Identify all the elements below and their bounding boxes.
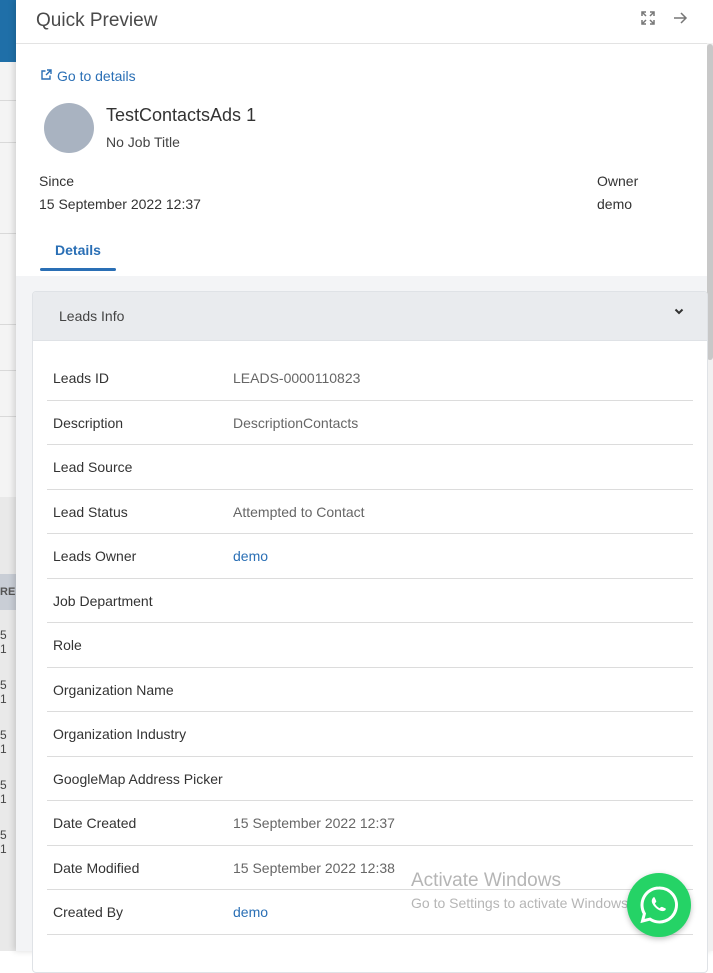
divider [0, 324, 16, 325]
field-row: Job Department [47, 579, 693, 623]
field-label: Lead Source [53, 459, 133, 475]
field-label: Lead Status [53, 503, 128, 520]
field-value: LEADS-0000110823 [233, 370, 361, 386]
divider [0, 142, 16, 143]
background-table-row: 5 1 [0, 678, 7, 706]
field-label: GoogleMap Address Picker [53, 770, 223, 787]
field-row: Date Created 15 September 2022 12:37 [47, 801, 693, 846]
since-label: Since [39, 173, 75, 189]
avatar [44, 103, 94, 153]
field-label: Date Created [53, 815, 137, 831]
field-label: Description [53, 414, 124, 431]
external-link-icon [40, 68, 53, 84]
field-value: DescriptionContacts [233, 414, 359, 431]
activation-watermark-subtitle: Go to Settings to activate Windows. [411, 895, 632, 911]
field-label: Organization Name [53, 681, 174, 698]
arrow-right-icon[interactable] [670, 10, 690, 30]
field-row: Organization Name [47, 668, 693, 712]
go-to-details-link[interactable]: Go to details [40, 68, 136, 84]
field-row: Leads Owner demo [47, 534, 693, 579]
section-title: Leads Info [59, 308, 125, 324]
divider [0, 370, 16, 371]
field-row: Date Modified 15 September 2022 12:38 [47, 846, 693, 890]
field-row: Leads ID LEADS-0000110823 [47, 356, 693, 401]
background-table-row: 5 1 [0, 628, 7, 656]
field-label: Organization Industry [53, 726, 187, 742]
field-list: Leads ID LEADS-0000110823 Description Descr… [47, 356, 693, 935]
field-value-link[interactable]: demo [233, 548, 268, 564]
field-label: Date Modified [53, 859, 140, 876]
field-row: Lead Status Attempted to Contact [47, 490, 693, 534]
field-row: Description DescriptionContacts [47, 401, 693, 445]
section-header[interactable]: Leads Info [33, 292, 707, 341]
job-title: No Job Title [106, 134, 180, 150]
panel-title: Quick Preview [36, 10, 158, 31]
field-value: 15 September 2022 12:38 [233, 859, 395, 876]
field-label: Leads Owner [53, 548, 137, 564]
activation-watermark-title: Activate Windows [411, 870, 561, 891]
background-table-row: 5 1 [0, 778, 7, 806]
owner-value: demo [597, 196, 633, 212]
leads-info-section: Leads Info Leads ID LEADS-0000110823 Descr… [32, 291, 708, 973]
owner-label: Owner [597, 173, 639, 189]
chevron-down-icon[interactable] [673, 304, 685, 320]
field-value: Attempted to Contact [233, 503, 365, 520]
background-table-header: RE [0, 574, 16, 610]
divider [0, 100, 16, 101]
field-label: Role [53, 637, 82, 653]
go-to-details-label: Go to details [57, 68, 136, 84]
background-table-row: 5 1 [0, 728, 7, 756]
field-label: Leads ID [53, 370, 110, 386]
contact-name: TestContactsAds 1 [106, 105, 257, 125]
divider [0, 233, 16, 234]
divider [0, 416, 16, 417]
background-app-header [0, 0, 16, 62]
field-label: Job Department [53, 592, 153, 609]
panel-header: Quick Preview [16, 0, 713, 44]
field-row: Role [47, 623, 693, 668]
field-row: Lead Source [47, 445, 693, 490]
quick-preview-panel: Quick Preview Go to details TestContacts… [16, 0, 713, 973]
tab-active-indicator [40, 268, 116, 271]
background-app-list [0, 62, 16, 497]
field-row: Organization Industry [47, 712, 693, 757]
whatsapp-button[interactable] [627, 873, 691, 937]
field-value: 15 September 2022 12:37 [233, 815, 395, 831]
field-value-link[interactable]: demo [233, 904, 268, 920]
whatsapp-icon [627, 886, 691, 941]
background-table-row: 5 1 [0, 828, 7, 856]
background-app: RE 5 1 5 1 5 1 5 1 5 1 [0, 0, 16, 951]
field-label: Created By [53, 904, 124, 920]
field-row: GoogleMap Address Picker [47, 757, 693, 801]
tab-details[interactable]: Details [40, 242, 116, 258]
since-value: 15 September 2022 12:37 [39, 196, 201, 212]
background-table-header-text: RE [0, 586, 16, 598]
expand-icon[interactable] [638, 10, 658, 30]
